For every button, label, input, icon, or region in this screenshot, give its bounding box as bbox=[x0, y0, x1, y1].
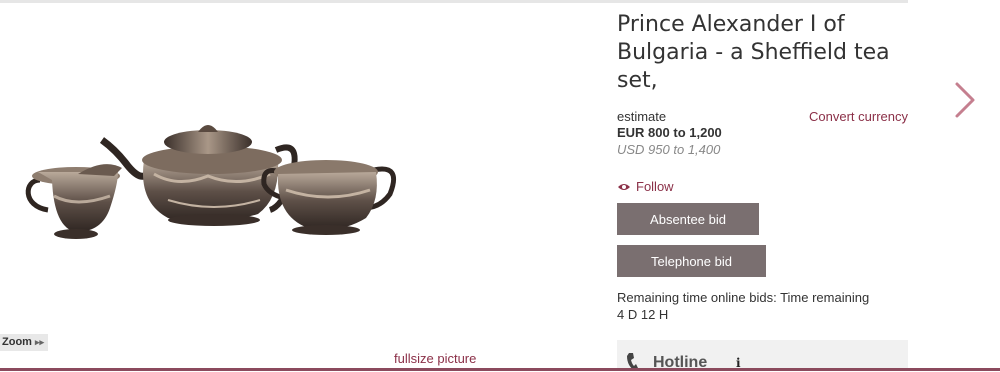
telephone-bid-button[interactable]: Telephone bid bbox=[617, 245, 766, 277]
next-lot-chevron-right-icon[interactable] bbox=[947, 80, 983, 120]
estimate-label: estimate bbox=[617, 109, 667, 124]
estimate-eur: EUR 800 to 1,200 bbox=[617, 125, 722, 140]
top-divider bbox=[0, 0, 908, 3]
fullsize-picture-link[interactable]: fullsize picture bbox=[394, 351, 476, 366]
lot-image-area[interactable] bbox=[0, 6, 600, 351]
zoom-label: Zoom bbox=[2, 336, 32, 348]
lot-title: Prince Alexander I of Bulgaria - a Sheff… bbox=[617, 12, 890, 93]
remaining-time: Remaining time online bids: Time remaini… bbox=[617, 289, 869, 323]
zoom-button[interactable]: Zoom ▸▸ bbox=[0, 334, 48, 351]
follow-label: Follow bbox=[636, 179, 674, 194]
follow-button[interactable]: Follow bbox=[617, 179, 674, 194]
estimate-usd: USD 950 to 1,400 bbox=[617, 142, 721, 157]
double-chevron-right-icon: ▸▸ bbox=[35, 337, 45, 347]
hotline-panel[interactable]: Hotline i bbox=[617, 340, 908, 371]
eye-icon bbox=[618, 183, 630, 190]
convert-currency-link[interactable]: Convert currency bbox=[809, 109, 908, 124]
remaining-time-value: 4 D 12 H bbox=[617, 307, 669, 322]
remaining-time-label: Remaining time online bids: Time remaini… bbox=[617, 290, 870, 305]
lot-photo-tea-set[interactable] bbox=[18, 110, 410, 250]
absentee-bid-button[interactable]: Absentee bid bbox=[617, 203, 759, 235]
